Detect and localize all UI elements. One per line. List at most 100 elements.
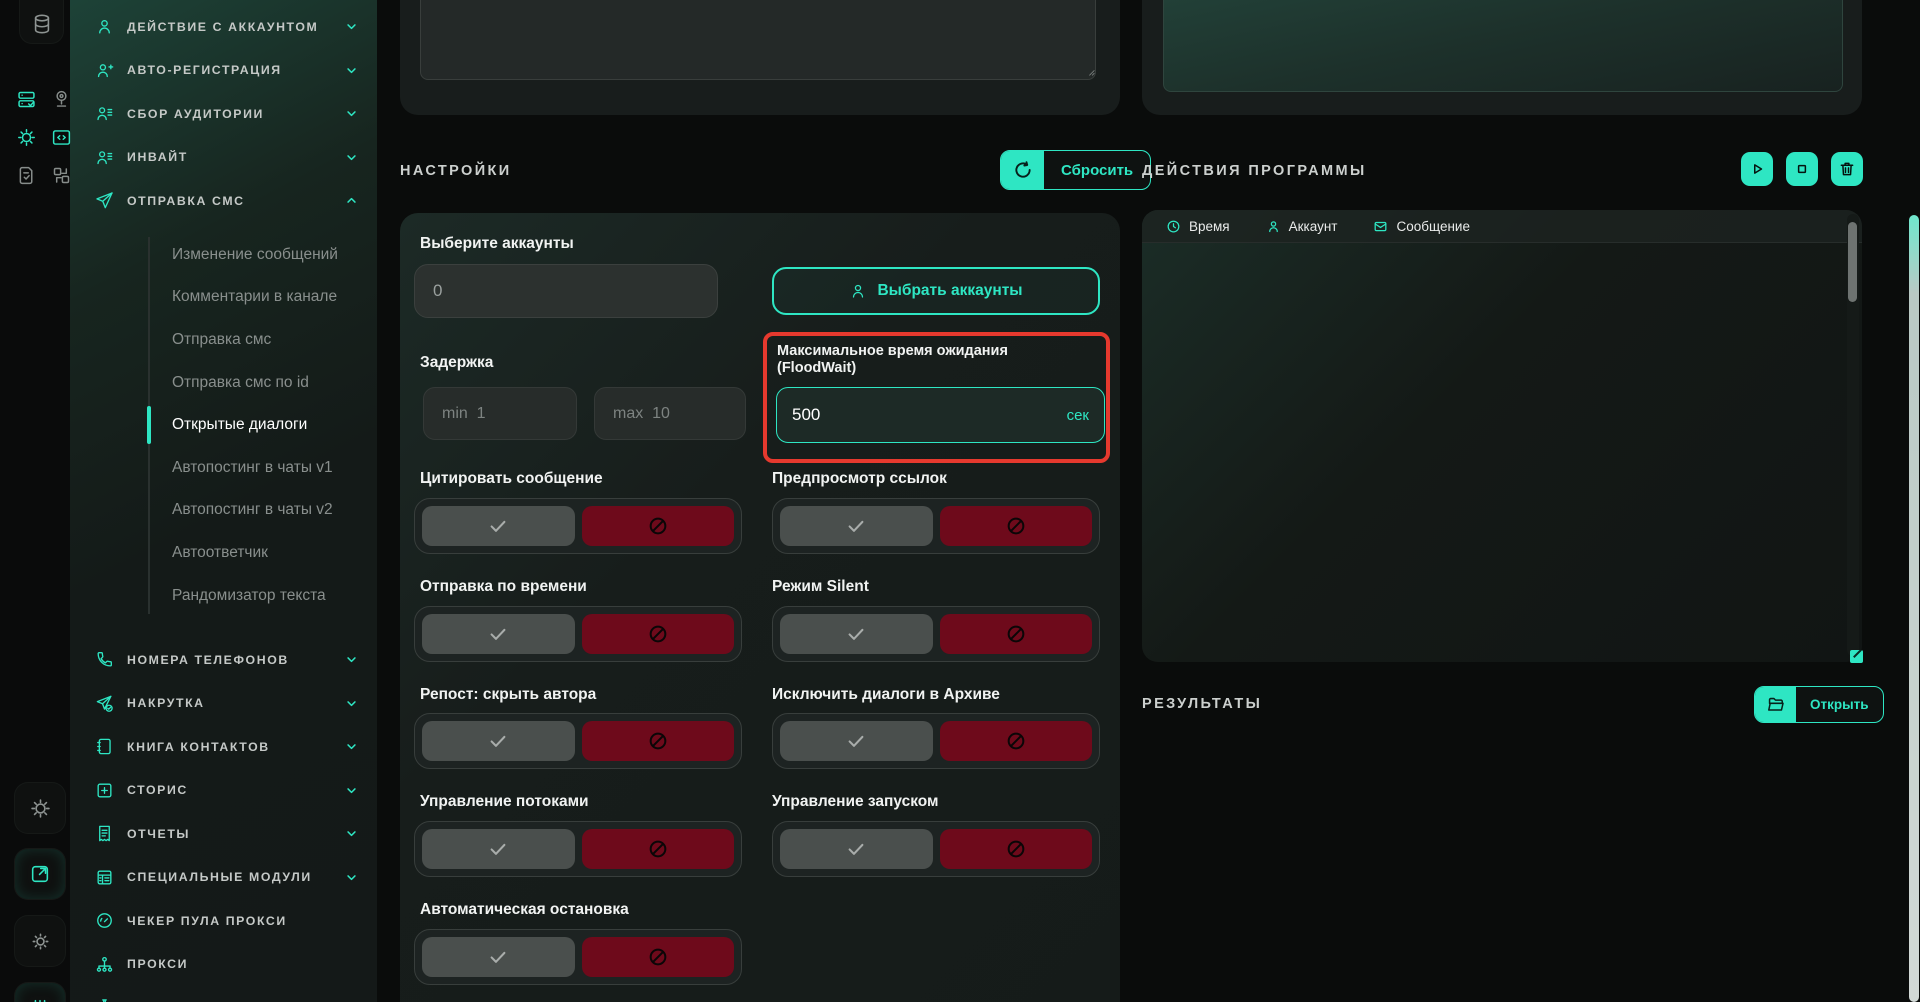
receipt-icon [95,824,114,843]
sidebar-item-label: ОТЧЕТЫ [127,827,331,841]
stop-button[interactable] [1786,152,1818,186]
program-action-buttons [1741,152,1863,186]
start-button[interactable] [1741,152,1773,186]
toggle-off-option[interactable] [582,937,735,977]
column-label: Сообщение [1396,219,1469,234]
message-textarea[interactable] [420,0,1096,80]
settings-button[interactable] [14,782,66,834]
reset-button[interactable]: Сбросить [1000,150,1151,190]
sidebar-item-proxy-pool-checker[interactable]: ЧЕКЕР ПУЛА ПРОКСИ [70,899,377,943]
toggle-on-option[interactable] [422,937,575,977]
sidebar-item-label: ЧЕКЕР ПУЛА ПРОКСИ [127,914,359,928]
open-button-label: Открыть [1796,687,1883,722]
table-scrollbar-thumb[interactable] [1848,222,1857,302]
sidebar-item-special-modules[interactable]: СПЕЦИАЛЬНЫЕ МОДУЛИ [70,855,377,899]
ban-icon [1005,515,1027,537]
ban-icon [1005,838,1027,860]
check-icon [487,515,509,537]
sidebar-item-contact-book[interactable]: КНИГА КОНТАКТОВ [70,725,377,769]
floodwait-input[interactable]: 500 сек [776,387,1105,443]
table-resize-handle[interactable] [1850,650,1863,663]
sidebar-item-auto-registration[interactable]: АВТО-РЕГИСТРАЦИЯ [70,49,377,93]
server-icon[interactable] [15,88,37,110]
user-list-icon [95,104,114,123]
toggle-on-option[interactable] [780,506,933,546]
sidebar-item-invite[interactable]: ИНВАЙТ [70,136,377,180]
sidebar-item-proxy[interactable]: ПРОКСИ [70,942,377,986]
toggle-off-option[interactable] [940,721,1093,761]
sidebar-item-audience-collection[interactable]: СБОР АУДИТОРИИ [70,92,377,136]
toggle-label-exclude-archive: Исключить диалоги в Архиве [772,686,1000,704]
submenu-item-open-dialogs[interactable]: Открытые диалоги [70,404,377,447]
toggle-on-option[interactable] [422,829,575,869]
submenu-item-autoposting-v1[interactable]: Автопостинг в чаты v1 [70,446,377,489]
sidebar-item-phone-numbers[interactable]: НОМЕРА ТЕЛЕФОНОВ [70,638,377,682]
toggle-on-option[interactable] [422,614,575,654]
rail-icon-grid [15,88,72,186]
sidebar-item-send-sms[interactable]: ОТПРАВКА СМС [70,179,377,223]
toggle-off-option[interactable] [940,829,1093,869]
document-check-icon[interactable] [15,164,37,186]
chevron-down-icon [344,63,359,78]
ban-icon [1005,623,1027,645]
column-label: Время [1189,219,1230,234]
results-title: РЕЗУЛЬТАТЫ [1142,696,1262,712]
submenu-item-text-randomizer[interactable]: Рандомизатор текста [70,574,377,617]
accounts-count-input[interactable] [414,264,718,318]
user-icon [95,17,114,36]
toggle-off-option[interactable] [582,614,735,654]
program-actions-title: ДЕЙСТВИЯ ПРОГРАММЫ [1142,163,1367,179]
toggle-off-option[interactable] [940,506,1093,546]
toggle-on-option[interactable] [780,721,933,761]
ban-icon [647,730,669,752]
submenu-item-channel-comments[interactable]: Комментарии в канале [70,276,377,319]
gauge-icon [95,911,114,930]
gear-icon[interactable] [15,126,37,148]
webcam-icon[interactable] [50,88,72,110]
toggle-on-option[interactable] [780,829,933,869]
chevron-down-icon [344,696,359,711]
submenu-item-message-editing[interactable]: Изменение сообщений [70,234,377,277]
ban-icon [647,946,669,968]
sidebar-item-partners[interactable]: ПАРТНЕРЫ [70,986,377,1002]
open-results-button[interactable]: Открыть [1754,686,1884,723]
submenu-item-send-sms[interactable]: Отправка смс [70,319,377,362]
floodwait-label: Максимальное время ожидания (FloodWait) [777,343,1008,377]
sidebar-item-stories[interactable]: СТОРИС [70,768,377,812]
code-window-icon[interactable] [50,126,72,148]
toggle-off-option[interactable] [582,506,735,546]
delay-max-input[interactable] [594,387,746,440]
equalizer-icon [29,997,51,1002]
toggle-label-silent-mode: Режим Silent [772,578,869,596]
toggle-on-option[interactable] [422,506,575,546]
toggle-auto-stop [414,929,742,985]
trash-icon [1838,160,1856,178]
chevron-down-icon [344,783,359,798]
sidebar-item-boosting[interactable]: НАКРУТКА [70,681,377,725]
page-scrollbar-thumb[interactable] [1909,215,1919,1002]
toggle-off-option[interactable] [582,721,735,761]
select-accounts-button[interactable]: Выбрать аккаунты [772,267,1100,315]
external-link-button[interactable] [14,848,66,900]
submenu-item-send-sms-by-id[interactable]: Отправка смс по id [70,361,377,404]
paper-plane-icon [95,191,114,210]
submenu-item-autoresponder[interactable]: Автоответчик [70,532,377,575]
sidebar-item-reports[interactable]: ОТЧЕТЫ [70,812,377,856]
theme-button[interactable] [14,915,66,967]
delay-min-input[interactable] [423,387,577,440]
modules-icon [95,868,114,887]
database-button[interactable] [19,0,64,44]
sidebar-item-label: НОМЕРА ТЕЛЕФОНОВ [127,653,331,667]
equalizer-button[interactable] [14,982,66,1002]
log-textarea[interactable] [1163,0,1843,92]
settings-icon [29,797,52,820]
toggle-on-option[interactable] [422,721,575,761]
toggle-off-option[interactable] [582,829,735,869]
sidebar-item-label: НАКРУТКА [127,696,331,710]
toggle-on-option[interactable] [780,614,933,654]
toggle-off-option[interactable] [940,614,1093,654]
sidebar-item-account-actions[interactable]: ДЕЙСТВИЕ С АККАУНТОМ [70,5,377,49]
submenu-item-autoposting-v2[interactable]: Автопостинг в чаты v2 [70,489,377,532]
clear-button[interactable] [1831,152,1863,186]
swap-icon[interactable] [50,164,72,186]
